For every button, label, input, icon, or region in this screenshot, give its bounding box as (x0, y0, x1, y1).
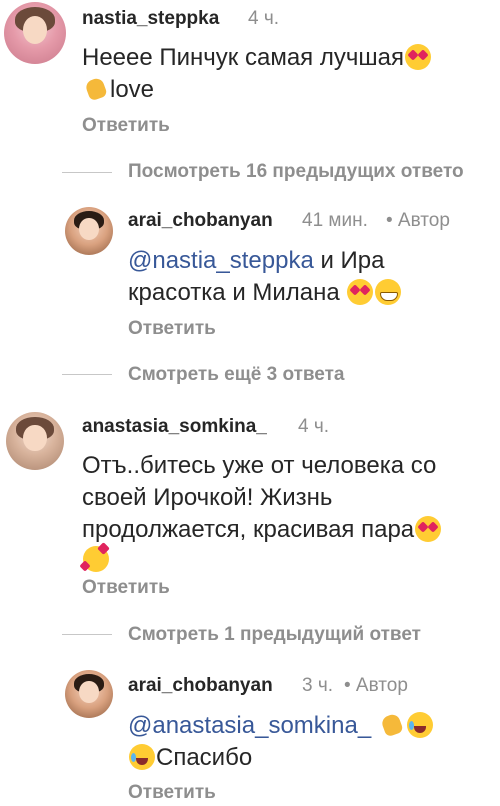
mention-link[interactable]: @anastasia_somkina_ (128, 712, 371, 739)
reply-button[interactable]: Ответить (128, 318, 216, 340)
comment-text-line: Нееее Пинчук самая лучшая (82, 44, 404, 71)
comment-text: @anastasia_somkina_ (128, 710, 434, 741)
comment-text-line: продолжается, красивая пара (82, 516, 415, 543)
grinning-emoji (375, 279, 402, 305)
comment-text: love (82, 74, 154, 105)
username[interactable]: arai_chobanyan (128, 210, 273, 232)
author-badge: • Автор (344, 675, 408, 696)
author-badge: • Автор (386, 210, 450, 231)
mention-link[interactable]: @nastia_steppka (128, 247, 314, 274)
comment-text-line: Спасибо (156, 744, 253, 771)
thread-divider (62, 172, 112, 173)
timestamp: 4 ч. (248, 8, 280, 29)
comment-text: своей Ирочкой! Жизнь (82, 484, 333, 511)
clapping-hands-emoji (379, 712, 405, 738)
reply-button[interactable]: Ответить (82, 115, 170, 137)
comment-text: продолжается, красивая пара (82, 514, 442, 545)
avatar[interactable] (65, 670, 113, 718)
heart-eyes-emoji (347, 279, 374, 305)
avatar-face (79, 217, 99, 240)
timestamp: 41 мин. (302, 210, 368, 231)
comment-text-line: красотка и Милана (128, 279, 340, 306)
tears-of-joy-emoji (129, 744, 155, 770)
avatar[interactable] (4, 2, 66, 64)
comment-text (82, 544, 110, 575)
tears-of-joy-emoji (406, 712, 433, 738)
timestamp: 4 ч. (298, 416, 330, 437)
view-previous-reply-button[interactable]: Смотреть 1 предыдущий ответ (128, 624, 421, 646)
reply-button[interactable]: Ответить (128, 782, 216, 804)
thread-divider (62, 374, 112, 375)
username[interactable]: anastasia_somkina_ (82, 416, 267, 438)
username[interactable]: arai_chobanyan (128, 675, 273, 697)
clapping-hands-emoji (83, 76, 109, 102)
heart-eyes-emoji (415, 516, 442, 542)
avatar-face (23, 424, 47, 452)
comment-text: Нееее Пинчук самая лучшая (82, 42, 432, 73)
view-previous-replies-button[interactable]: Посмотреть 16 предыдущих ответо (128, 161, 464, 183)
avatar[interactable] (6, 412, 64, 470)
comment-text: красотка и Милана (128, 277, 402, 308)
comment-text-line: love (110, 76, 155, 103)
timestamp: 3 ч. (302, 675, 334, 696)
smiling-face-with-hearts-emoji (83, 546, 109, 572)
comment-text: @nastia_steppka и Ира (128, 245, 385, 276)
avatar-face (22, 15, 48, 45)
comment-text: Спасибо (128, 742, 252, 773)
heart-eyes-emoji (404, 44, 431, 70)
thread-divider (62, 634, 112, 635)
comment-text-line: и Ира (320, 247, 385, 274)
view-more-replies-button[interactable]: Смотреть ещё 3 ответа (128, 364, 345, 386)
avatar-face (79, 680, 99, 703)
comment-text: Отъ..битесь уже от человека со (82, 452, 437, 479)
username[interactable]: nastia_steppka (82, 8, 219, 30)
reply-button[interactable]: Ответить (82, 577, 170, 599)
avatar[interactable] (65, 207, 113, 255)
